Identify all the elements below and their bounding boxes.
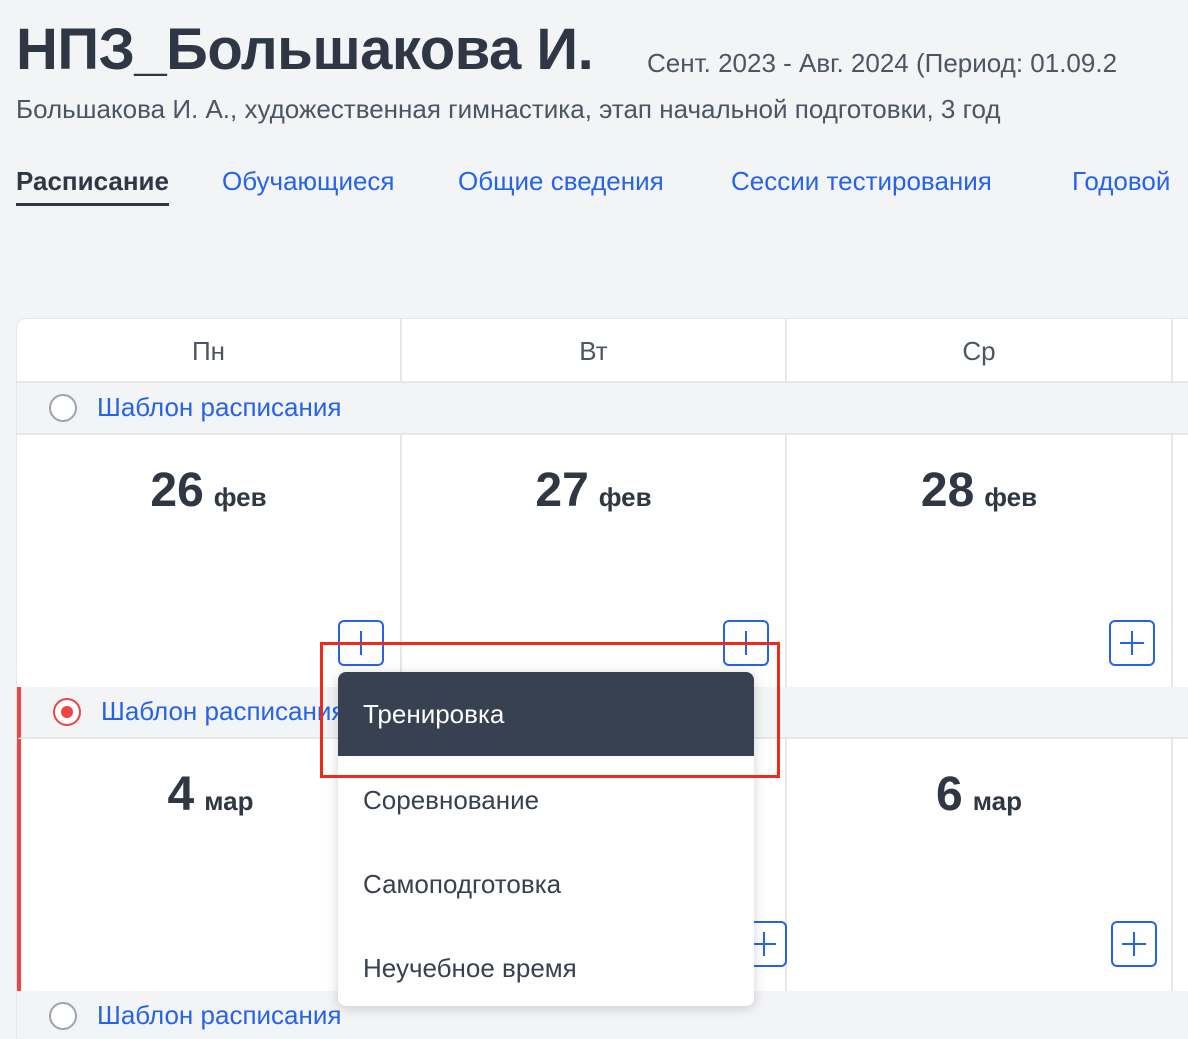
schedule-template-link[interactable]: Шаблон расписания	[97, 392, 341, 423]
date-month: мар	[972, 786, 1022, 816]
period-label: Сент. 2023 - Авг. 2024 (Период: 01.09.2	[647, 48, 1118, 78]
menu-item-self-training[interactable]: Самоподготовка	[338, 842, 754, 926]
week-template-bar: Шаблон расписания	[17, 383, 1188, 435]
tab-general-info[interactable]: Общие сведения	[458, 166, 664, 203]
radio-icon[interactable]	[49, 394, 77, 422]
add-event-button[interactable]	[1109, 620, 1155, 666]
day-date: 27 фев	[402, 463, 785, 518]
tab-schedule[interactable]: Расписание	[16, 166, 169, 206]
radio-icon[interactable]	[53, 698, 81, 726]
add-event-button[interactable]	[1111, 921, 1157, 967]
day-date: 26 фев	[17, 463, 400, 518]
date-number: 28	[920, 464, 975, 517]
tab-testing-sessions[interactable]: Сессии тестирования	[731, 166, 992, 203]
day-header-mon: Пн	[17, 319, 402, 383]
day-cell: 28 фев	[787, 435, 1173, 687]
date-number: 4	[167, 768, 195, 821]
date-number: 27	[535, 464, 589, 517]
group-subtitle: Большакова И. А., художественная гимнаст…	[16, 94, 1001, 124]
page-title: НПЗ_Большакова И.	[16, 17, 594, 82]
day-header-tue: Вт	[402, 319, 787, 383]
day-date: 28 фев	[787, 463, 1171, 518]
highlight-box	[320, 642, 780, 778]
menu-item-non-study-time[interactable]: Неучебное время	[338, 926, 754, 1006]
date-month: фев	[213, 482, 267, 512]
date-month: мар	[204, 786, 254, 816]
date-number: 26	[150, 464, 204, 517]
schedule-template-link[interactable]: Шаблон расписания	[101, 696, 345, 727]
date-month: фев	[598, 482, 652, 512]
day-date: 6 мар	[787, 767, 1171, 822]
day-header-wed: Ср	[787, 319, 1173, 383]
tab-students[interactable]: Обучающиеся	[222, 166, 395, 203]
radio-icon[interactable]	[49, 1002, 77, 1030]
day-header-thu	[1173, 319, 1188, 383]
day-cell: 6 мар	[787, 739, 1173, 991]
tab-annual[interactable]: Годовой	[1072, 166, 1170, 203]
date-number: 6	[936, 768, 963, 821]
schedule-template-link[interactable]: Шаблон расписания	[97, 1000, 341, 1031]
date-month: фев	[984, 482, 1038, 512]
